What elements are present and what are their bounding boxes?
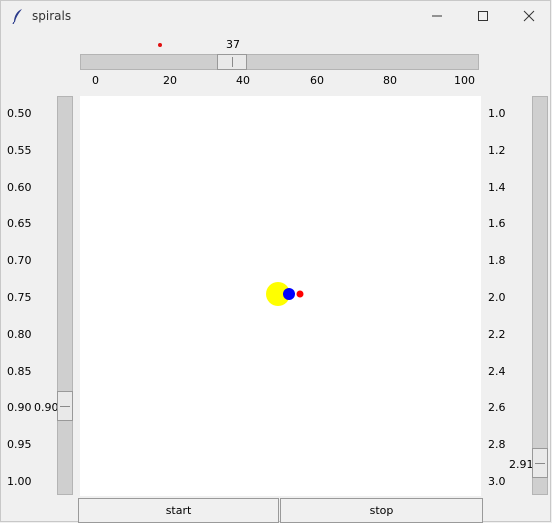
scale-marker-dot — [158, 43, 162, 47]
maximize-icon — [478, 11, 488, 21]
left-scale-tick: 0.95 — [7, 438, 32, 451]
top-scale-tick: 20 — [163, 74, 177, 87]
top-scale-trough[interactable] — [80, 54, 479, 70]
left-scale-tick: 0.85 — [7, 365, 32, 378]
left-scale-tick: 1.00 — [7, 475, 32, 488]
maximize-button[interactable] — [460, 1, 506, 31]
right-scale-tick: 1.2 — [488, 144, 506, 157]
right-scale-tick: 2.8 — [488, 438, 506, 451]
minimize-icon — [432, 15, 442, 17]
close-button[interactable] — [506, 1, 552, 31]
left-scale-tick: 0.55 — [7, 144, 32, 157]
left-scale-trough[interactable] — [57, 96, 73, 495]
close-icon — [523, 10, 535, 22]
right-scale-tick: 2.0 — [488, 291, 506, 304]
right-scale-tick: 3.0 — [488, 475, 506, 488]
left-scale-tick: 0.70 — [7, 254, 32, 267]
right-scale-tick: 1.8 — [488, 254, 506, 267]
top-scale-value: 37 — [226, 38, 240, 51]
title-bar: spirals — [1, 1, 550, 31]
right-scale-value: 2.91 — [509, 458, 534, 471]
right-scale-tick: 1.0 — [488, 107, 506, 120]
left-scale-tick: 0.65 — [7, 217, 32, 230]
left-scale-value: 0.90 — [34, 401, 59, 414]
stop-button[interactable]: stop — [280, 498, 483, 523]
right-scale-tick: 2.6 — [488, 401, 506, 414]
planet-circle — [283, 288, 295, 300]
feather-icon — [12, 9, 22, 24]
orbit-drawing — [266, 282, 304, 306]
start-button[interactable]: start — [78, 498, 279, 523]
minimize-button[interactable] — [414, 1, 460, 31]
moon-circle — [296, 290, 304, 298]
right-scale-tick: 2.4 — [488, 365, 506, 378]
top-scale-tick: 80 — [383, 74, 397, 87]
left-scale-tick: 0.50 — [7, 107, 32, 120]
app-window: spirals 37 0 20 40 60 80 100 0.50 0.55 0… — [0, 0, 551, 523]
right-scale-trough[interactable] — [532, 96, 548, 495]
window-title: spirals — [32, 9, 72, 23]
right-scale-tick: 1.4 — [488, 181, 506, 194]
top-scale-slider[interactable] — [217, 54, 247, 70]
drawing-canvas — [80, 96, 481, 496]
left-scale-tick: 0.80 — [7, 328, 32, 341]
right-scale-slider[interactable] — [532, 448, 548, 478]
top-scale-tick: 0 — [92, 74, 99, 87]
top-scale-tick: 60 — [310, 74, 324, 87]
top-scale-tick: 100 — [454, 74, 475, 87]
left-scale-tick: 0.90 — [7, 401, 32, 414]
top-scale-tick: 40 — [236, 74, 250, 87]
left-scale-tick: 0.60 — [7, 181, 32, 194]
left-scale-slider[interactable] — [57, 391, 73, 421]
right-scale-tick: 2.2 — [488, 328, 506, 341]
right-scale-tick: 1.6 — [488, 217, 506, 230]
left-scale-tick: 0.75 — [7, 291, 32, 304]
